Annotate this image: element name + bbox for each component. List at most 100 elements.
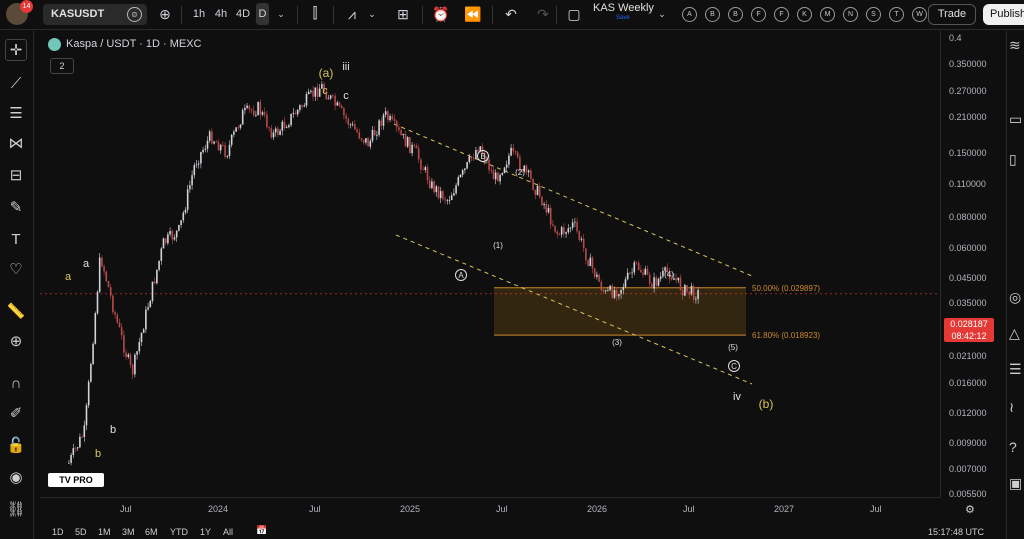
layout-name[interactable]: KAS Weekly bbox=[593, 3, 654, 14]
watchlist-shortcut[interactable]: A bbox=[682, 7, 697, 22]
chat-icon[interactable]: ▭ bbox=[1009, 111, 1022, 128]
range-button[interactable]: 6M bbox=[145, 527, 158, 537]
time-axis[interactable]: Jul 2024 Jul 2025 Jul 2026 Jul 2027 Jul bbox=[40, 497, 940, 517]
date-range-icon[interactable]: 📅 bbox=[256, 525, 267, 536]
wave-label: b bbox=[110, 424, 116, 436]
link-icon[interactable]: ⛓ bbox=[5, 499, 27, 521]
candle-body bbox=[90, 363, 92, 382]
range-button[interactable]: YTD bbox=[170, 527, 188, 537]
candle-body bbox=[246, 105, 248, 108]
wave-label: (5) bbox=[728, 343, 738, 352]
toolbar-divider bbox=[422, 6, 423, 24]
more-icon[interactable]: ▣ bbox=[1009, 475, 1022, 492]
add-symbol-icon[interactable]: ⊕ bbox=[156, 3, 174, 25]
trend-line-icon[interactable]: ⟋ bbox=[5, 73, 27, 95]
candle-body bbox=[488, 159, 490, 171]
symbol-compare-icon[interactable]: ⊜ bbox=[127, 7, 142, 22]
ruler-icon[interactable]: 📏 bbox=[5, 301, 27, 323]
redo-icon[interactable]: ↷ bbox=[532, 3, 554, 25]
help-icon[interactable]: ? bbox=[1009, 439, 1017, 455]
lock-drawings-icon[interactable]: ✐ bbox=[5, 403, 27, 425]
zoom-in-icon[interactable]: ⊕ bbox=[5, 331, 27, 353]
watchlist-shortcut[interactable]: B bbox=[705, 7, 720, 22]
crosshair-icon[interactable]: ✛ bbox=[5, 39, 27, 61]
candle-body bbox=[505, 164, 508, 168]
chevron-down-icon[interactable]: ⌄ bbox=[366, 3, 378, 25]
magnet-icon[interactable]: ∩ bbox=[5, 373, 27, 395]
chevron-down-icon[interactable]: ⌄ bbox=[275, 3, 287, 25]
symbol-search[interactable]: KASUSDT ⊜ bbox=[43, 4, 147, 25]
candle-body bbox=[92, 343, 94, 364]
trade-button[interactable]: Trade bbox=[928, 4, 976, 25]
fib-retracement-icon[interactable]: ☰ bbox=[5, 103, 27, 125]
interval-4h[interactable]: 4h bbox=[211, 3, 231, 25]
range-button[interactable]: 1D bbox=[52, 527, 64, 537]
range-button[interactable]: 1Y bbox=[200, 527, 211, 537]
indicators-icon[interactable]: ⩘ bbox=[341, 3, 363, 25]
watchlist-shortcut[interactable]: W bbox=[912, 7, 927, 22]
candle-body bbox=[136, 351, 138, 355]
candle-body bbox=[378, 120, 380, 135]
watchlist-shortcut[interactable]: F bbox=[751, 7, 766, 22]
candle-body bbox=[369, 140, 372, 147]
range-button[interactable]: 5D bbox=[75, 527, 87, 537]
alert-icon[interactable]: ⏰ bbox=[430, 3, 452, 25]
range-button[interactable]: 3M bbox=[122, 527, 135, 537]
ideas-icon[interactable]: △ bbox=[1009, 325, 1020, 342]
undo-icon[interactable]: ↶ bbox=[500, 3, 522, 25]
templates-icon[interactable]: ⊞ bbox=[392, 3, 414, 25]
candle-body bbox=[420, 159, 422, 170]
watchlist-shortcut[interactable]: N bbox=[843, 7, 858, 22]
price-chart[interactable]: aa bb (a) c iii c A B C (1) (2) (3) (4) (5) iv (b) 50.00… bbox=[40, 31, 940, 497]
interval-4d[interactable]: 4D bbox=[233, 3, 253, 25]
watchlist-shortcut[interactable]: K bbox=[797, 7, 812, 22]
range-button[interactable]: All bbox=[223, 527, 233, 537]
watchlist-shortcut[interactable]: B bbox=[728, 7, 743, 22]
candle-body bbox=[252, 110, 255, 116]
wave-label: a bbox=[83, 258, 90, 270]
text-icon[interactable]: T bbox=[5, 229, 27, 251]
candle-body bbox=[514, 151, 517, 153]
candle-body bbox=[615, 290, 618, 297]
candle-body bbox=[549, 207, 552, 225]
replay-icon[interactable]: ⏪ bbox=[462, 3, 484, 25]
news-icon[interactable]: ▯ bbox=[1009, 151, 1017, 168]
chart-title[interactable]: Kaspa / USDT · 1D · MEXC bbox=[66, 38, 202, 51]
settings-gear-icon[interactable]: ⚙ bbox=[965, 503, 975, 516]
candle-body bbox=[281, 121, 284, 131]
interval-d[interactable]: D bbox=[256, 3, 269, 25]
bar-countdown: 08:42:12 bbox=[951, 331, 987, 341]
alerts-icon[interactable]: ◎ bbox=[1009, 289, 1021, 306]
candle-body bbox=[74, 448, 77, 449]
visibility-icon[interactable]: ◉ bbox=[5, 467, 27, 489]
notifications-icon[interactable]: ≀ bbox=[1009, 399, 1014, 416]
candle-body bbox=[675, 278, 677, 281]
indicators-toggle[interactable]: 2 bbox=[50, 58, 74, 74]
chevron-down-icon[interactable]: ⌄ bbox=[656, 3, 668, 25]
publish-button[interactable]: Publish bbox=[983, 4, 1024, 25]
candle-body bbox=[538, 185, 541, 197]
utc-clock[interactable]: 15:17:48 UTC bbox=[928, 527, 984, 537]
candle-body bbox=[123, 335, 125, 353]
pattern-icon[interactable]: ⋈ bbox=[5, 133, 27, 155]
watchlist-shortcut[interactable]: S bbox=[866, 7, 881, 22]
interval-1h[interactable]: 1h bbox=[189, 3, 209, 25]
watchlist-shortcut[interactable]: M bbox=[820, 7, 835, 22]
layout-icon[interactable]: ▢ bbox=[563, 3, 585, 25]
prediction-icon[interactable]: ⊟ bbox=[5, 165, 27, 187]
lock-icon[interactable]: 🔓 bbox=[5, 435, 27, 457]
candle-body bbox=[431, 181, 433, 189]
price-axis[interactable]: 0.4 0.350000 0.270000 0.210000 0.150000 0.110… bbox=[940, 31, 1006, 499]
candles-icon[interactable]: ⫿ bbox=[305, 3, 325, 25]
range-button[interactable]: 1M bbox=[98, 527, 111, 537]
watchlist-shortcut[interactable]: T bbox=[889, 7, 904, 22]
watchlist-icon[interactable]: ≋ bbox=[1009, 37, 1021, 54]
candle-body bbox=[215, 141, 218, 143]
heart-icon[interactable]: ♡ bbox=[5, 259, 27, 281]
candle-body bbox=[466, 162, 468, 169]
wave-label: b bbox=[95, 448, 101, 460]
watchlist-shortcut[interactable]: F bbox=[774, 7, 789, 22]
brush-icon[interactable]: ✎ bbox=[5, 197, 27, 219]
calendar-icon[interactable]: ☰ bbox=[1009, 361, 1022, 378]
candle-body bbox=[233, 131, 235, 135]
